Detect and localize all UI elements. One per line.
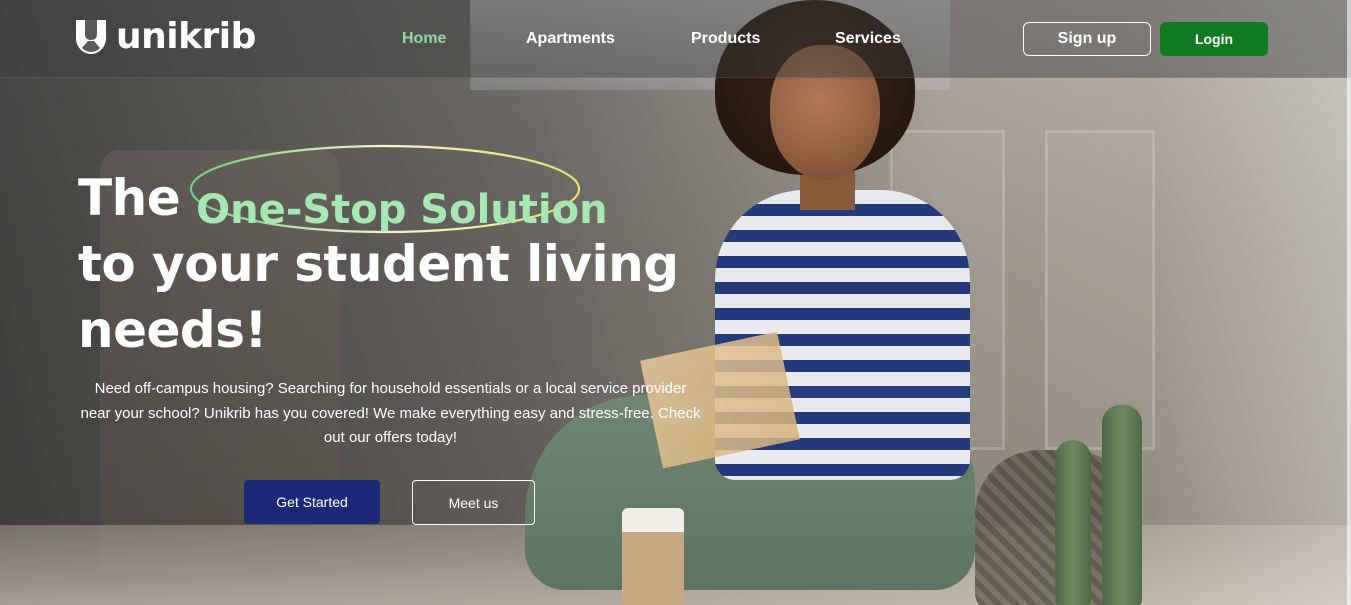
headline-line-1: The One-Stop Solution <box>78 144 698 234</box>
cactus-plant <box>1055 440 1091 605</box>
nav-apartments[interactable]: Apartments <box>526 30 615 48</box>
login-button[interactable]: Login <box>1160 22 1268 56</box>
headline-highlight: One-Stop Solution <box>196 187 608 233</box>
cactus-plant <box>1102 405 1142 605</box>
signup-button[interactable]: Sign up <box>1023 22 1151 56</box>
hero-description: Need off-campus housing? Searching for h… <box>80 380 701 446</box>
headline-highlight-wrap: One-Stop Solution <box>190 144 608 235</box>
unikrib-shield-icon <box>76 20 106 54</box>
brand-name: unikrib <box>116 16 256 57</box>
brand-logo[interactable]: unikrib <box>74 18 256 56</box>
hero-headline: The One-Stop Solution to your student li… <box>78 144 698 363</box>
page-scrollbar[interactable] <box>1347 0 1351 605</box>
coffee-cup <box>622 508 684 605</box>
nav-products[interactable]: Products <box>691 30 760 48</box>
nav-home[interactable]: Home <box>402 30 446 48</box>
headline-prefix: The <box>78 169 181 227</box>
headline-line-2: to your student living <box>78 235 679 293</box>
get-started-button[interactable]: Get Started <box>244 480 380 524</box>
site-header: unikrib Home Apartments Products Service… <box>0 0 1351 78</box>
right-fade-overlay <box>1151 0 1351 605</box>
meet-us-button[interactable]: Meet us <box>412 480 535 525</box>
nav-services[interactable]: Services <box>835 30 901 48</box>
wall-panel <box>1045 130 1155 450</box>
headline-line-3: needs! <box>78 301 267 359</box>
